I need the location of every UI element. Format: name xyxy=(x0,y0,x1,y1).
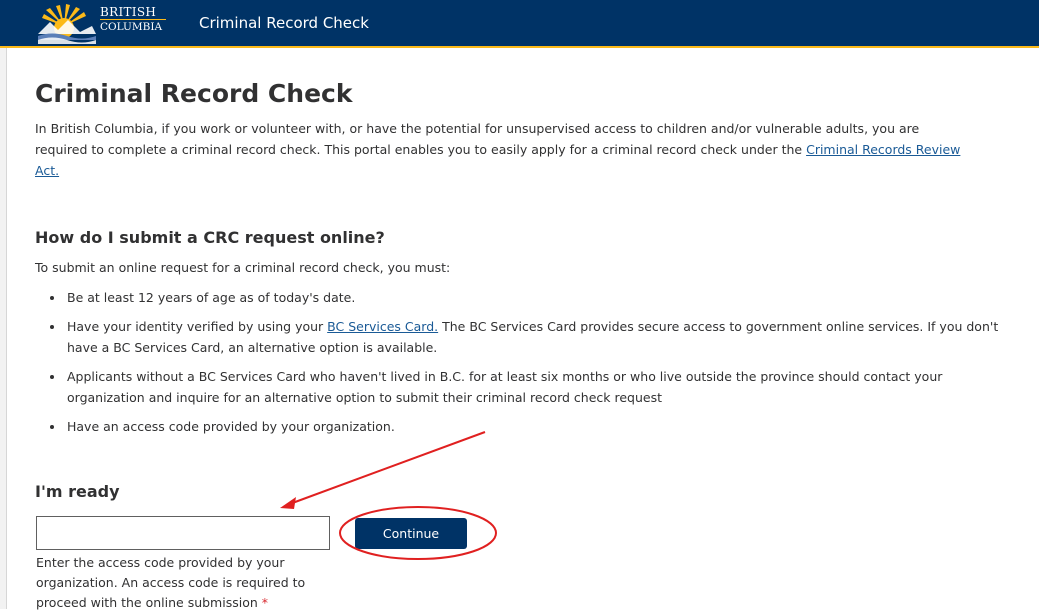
continue-button[interactable]: Continue xyxy=(355,518,467,549)
intro-text: In British Columbia, if you work or volu… xyxy=(35,121,920,157)
ready-heading: I'm ready xyxy=(35,482,120,501)
page-title: Criminal Record Check xyxy=(35,79,353,108)
requirement-applicants: Applicants without a BC Services Card wh… xyxy=(67,369,943,405)
access-code-input[interactable] xyxy=(36,516,330,550)
list-item: Be at least 12 years of age as of today'… xyxy=(65,287,1000,308)
submit-heading: How do I submit a CRC request online? xyxy=(35,228,385,247)
window-left-edge xyxy=(0,0,7,609)
requirement-identity-text: Have your identity verified by using you… xyxy=(67,319,328,334)
bc-wordmark: BRITISH COLUMBIA xyxy=(100,6,170,34)
access-code-helper: Enter the access code provided by your o… xyxy=(36,553,336,613)
requirement-age: Be at least 12 years of age as of today'… xyxy=(67,290,356,305)
top-header: BRITISH COLUMBIA Criminal Record Check xyxy=(0,0,1039,48)
list-item: Have an access code provided by your org… xyxy=(65,416,1000,437)
submit-lead: To submit an online request for a crimin… xyxy=(35,260,451,275)
wordmark-line1: BRITISH xyxy=(100,5,157,19)
list-item: Have your identity verified by using you… xyxy=(65,316,1000,358)
main-content: Criminal Record Check In British Columbi… xyxy=(35,78,995,181)
intro-paragraph: In British Columbia, if you work or volu… xyxy=(35,118,975,181)
app-title: Criminal Record Check xyxy=(199,14,369,32)
wordmark-line2: COLUMBIA xyxy=(100,19,166,34)
requirements-list: Be at least 12 years of age as of today'… xyxy=(35,287,1000,445)
required-marker: * xyxy=(261,595,269,610)
bc-services-card-link[interactable]: BC Services Card. xyxy=(327,319,438,334)
requirement-access-code: Have an access code provided by your org… xyxy=(67,419,395,434)
list-item: Applicants without a BC Services Card wh… xyxy=(65,366,1000,408)
